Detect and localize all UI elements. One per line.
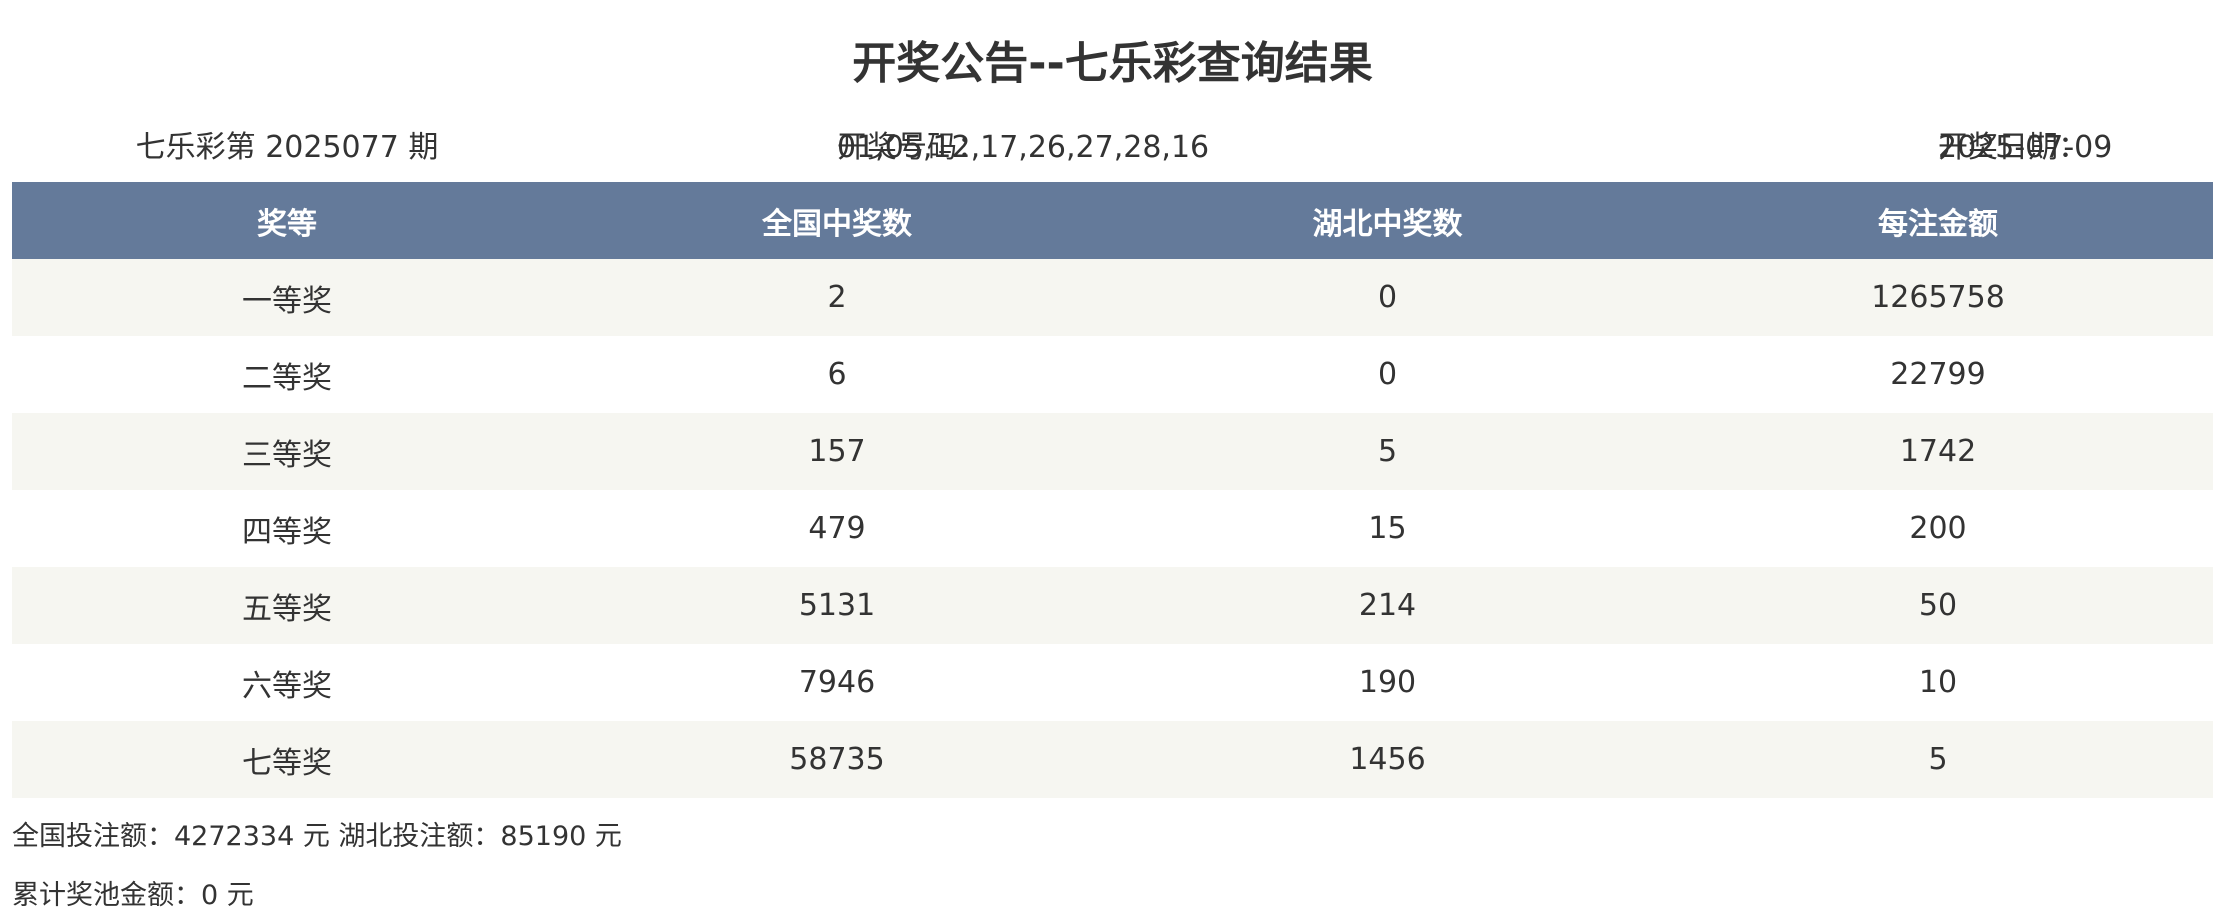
- prize-amount-cell: 1742: [1663, 413, 2213, 490]
- table-row: 四等奖 479 15 200: [12, 490, 2213, 567]
- lottery-result-page: 开奖公告--七乐彩查询结果 七乐彩第 2025077 期 开奖号码： 01,05,…: [12, 0, 2213, 911]
- prize-level-cell: 四等奖: [12, 490, 562, 567]
- table-row: 六等奖 7946 190 10: [12, 644, 2213, 721]
- header-national-winners: 全国中奖数: [562, 182, 1112, 259]
- national-winners-cell: 5131: [562, 567, 1112, 644]
- table-row: 七等奖 58735 1456 5: [12, 721, 2213, 798]
- prize-table: 奖等 全国中奖数 湖北中奖数 每注金额 一等奖 2 0 1265758 二等奖 …: [12, 182, 2213, 798]
- prize-level-cell: 二等奖: [12, 336, 562, 413]
- hubei-sales-label: 湖北投注额：: [338, 821, 501, 852]
- prize-level-cell: 一等奖: [12, 259, 562, 336]
- prize-amount-cell: 5: [1663, 721, 2213, 798]
- page-title: 开奖公告--七乐彩查询结果: [852, 38, 1373, 89]
- prize-amount-cell: 22799: [1663, 336, 2213, 413]
- draw-info-row: 七乐彩第 2025077 期 开奖号码： 01,05,12,17,26,27,28…: [12, 128, 2213, 182]
- table-row: 一等奖 2 0 1265758: [12, 259, 2213, 336]
- header-prize-amount: 每注金额: [1663, 182, 2213, 259]
- table-row: 二等奖 6 0 22799: [12, 336, 2213, 413]
- draw-date-value: 2025-07-09: [1938, 130, 2113, 165]
- sales-summary: 全国投注额：4272334 元 湖北投注额：85190 元: [12, 814, 622, 853]
- national-winners-cell: 7946: [562, 644, 1112, 721]
- national-winners-cell: 157: [562, 413, 1112, 490]
- issue-suffix: 期: [398, 130, 439, 165]
- prize-level-cell: 六等奖: [12, 644, 562, 721]
- prize-level-cell: 七等奖: [12, 721, 562, 798]
- prize-amount-cell: 1265758: [1663, 259, 2213, 336]
- hubei-winners-cell: 5: [1112, 413, 1663, 490]
- national-winners-cell: 2: [562, 259, 1112, 336]
- hubei-sales-unit: 元: [586, 821, 622, 852]
- hubei-winners-cell: 0: [1112, 259, 1663, 336]
- prize-level-cell: 三等奖: [12, 413, 562, 490]
- jackpot-pool: 累计奖池金额：0 元: [12, 873, 254, 912]
- national-sales-label: 全国投注额：: [12, 821, 174, 852]
- issue-number: 七乐彩第 2025077 期: [12, 128, 562, 168]
- pool-unit: 元: [218, 880, 254, 911]
- national-winners-cell: 479: [562, 490, 1112, 567]
- prize-amount-cell: 200: [1663, 490, 2213, 567]
- issue-prefix: 七乐彩第: [135, 130, 266, 165]
- table-row: 三等奖 157 5 1742: [12, 413, 2213, 490]
- prize-level-cell: 五等奖: [12, 567, 562, 644]
- prize-amount-cell: 50: [1663, 567, 2213, 644]
- hubei-winners-cell: 214: [1112, 567, 1663, 644]
- hubei-winners-cell: 15: [1112, 490, 1663, 567]
- table-header-row: 奖等 全国中奖数 湖北中奖数 每注金额: [12, 182, 2213, 259]
- hubei-sales-value: 85190: [500, 821, 587, 852]
- national-winners-cell: 6: [562, 336, 1112, 413]
- table-row: 五等奖 5131 214 50: [12, 567, 2213, 644]
- issue-value: 2025077: [265, 130, 399, 165]
- header-hubei-winners: 湖北中奖数: [1112, 182, 1663, 259]
- pool-label: 累计奖池金额：: [12, 880, 201, 911]
- hubei-winners-cell: 1456: [1112, 721, 1663, 798]
- hubei-winners-cell: 190: [1112, 644, 1663, 721]
- header-prize-level: 奖等: [12, 182, 562, 259]
- national-sales-value: 4272334: [174, 821, 295, 852]
- national-winners-cell: 58735: [562, 721, 1112, 798]
- hubei-winners-cell: 0: [1112, 336, 1663, 413]
- winning-numbers-value: 01,05,12,17,26,27,28,16: [837, 130, 1210, 165]
- prize-amount-cell: 10: [1663, 644, 2213, 721]
- national-sales-unit: 元: [294, 821, 339, 852]
- pool-value: 0: [201, 880, 219, 911]
